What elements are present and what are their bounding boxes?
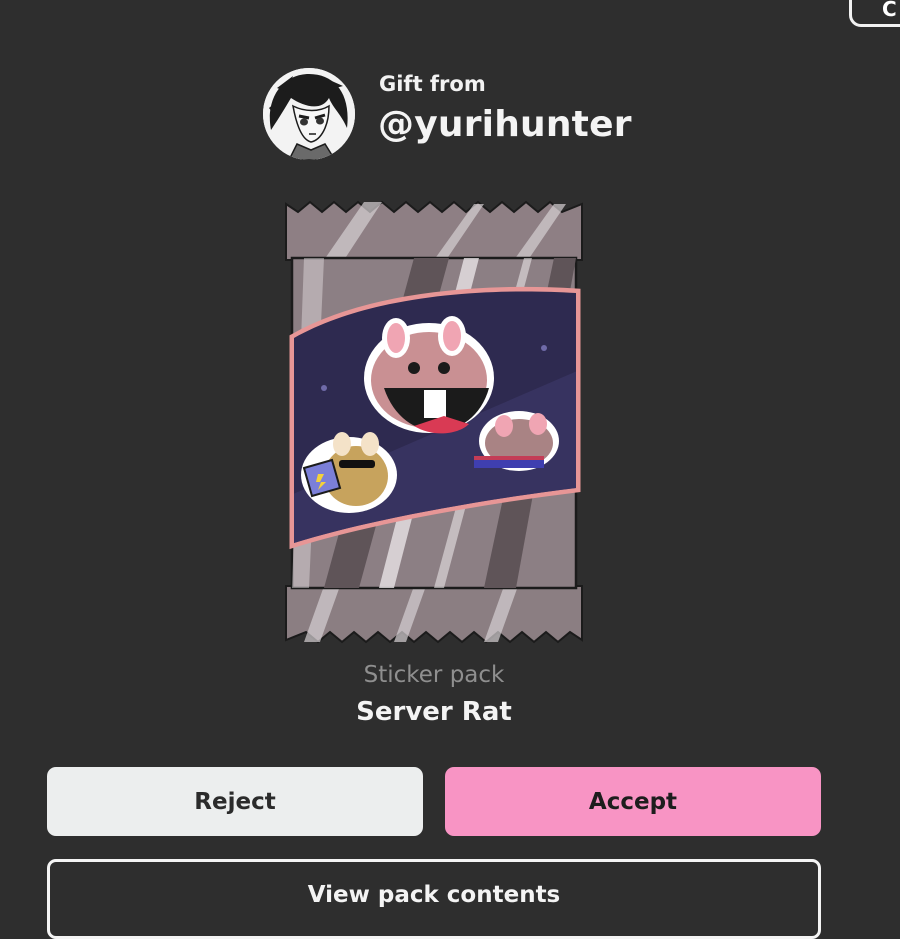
gift-from-label: Gift from bbox=[379, 72, 486, 96]
accept-button-label: Accept bbox=[588, 788, 678, 815]
view-pack-contents-label: View pack contents bbox=[307, 882, 561, 908]
sticker-pack-image bbox=[284, 198, 584, 646]
sender-handle: @yurihunter bbox=[378, 104, 632, 145]
accept-button[interactable]: Accept bbox=[445, 767, 821, 836]
reject-button[interactable]: Reject bbox=[47, 767, 423, 836]
sticker-pack-wrapper-image bbox=[285, 200, 583, 644]
reject-button-label: Reject bbox=[194, 788, 276, 815]
view-pack-contents-button[interactable]: View pack contents bbox=[47, 859, 821, 939]
anime-avatar-icon bbox=[263, 68, 355, 160]
pack-type-label: Sticker pack bbox=[363, 662, 505, 688]
top-right-button[interactable]: C bbox=[849, 0, 900, 27]
sender-avatar bbox=[263, 68, 355, 160]
top-right-button-label: C bbox=[882, 0, 897, 21]
pack-name: Server Rat bbox=[356, 697, 512, 727]
